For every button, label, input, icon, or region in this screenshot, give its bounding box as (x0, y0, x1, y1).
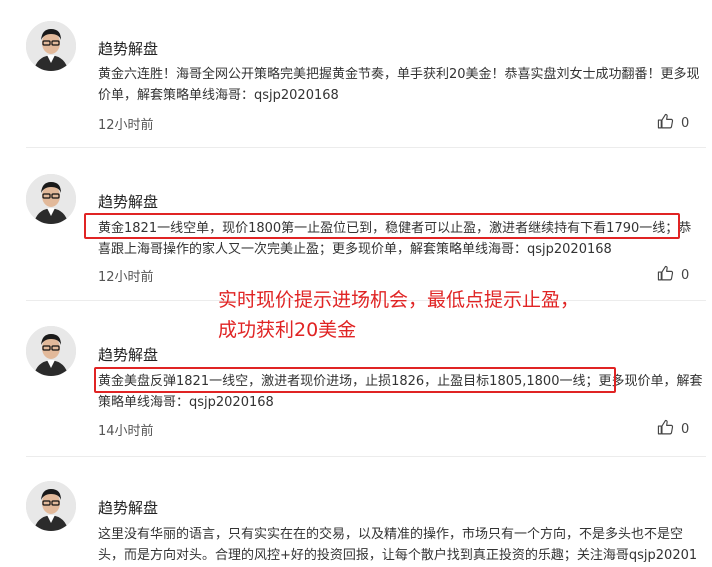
thumbs-up-icon (657, 265, 674, 286)
author-name[interactable]: 趋势解盘 (98, 497, 158, 518)
like-button[interactable]: 0 (657, 113, 697, 133)
post-text: 黄金六连胜！海哥全网公开策略完美把握黄金节奏，单手获利20美金！恭喜实盘刘女士成… (98, 67, 700, 103)
post-text: 这里没有华丽的语言，只有实实在在的交易，以及精准的操作，市场只有一个方向，不是多… (98, 527, 698, 563)
thumbs-up-icon (657, 419, 674, 440)
like-button[interactable]: 0 (657, 265, 697, 285)
thumbs-up-icon (657, 113, 674, 134)
like-count: 0 (681, 115, 690, 131)
author-name[interactable]: 趋势解盘 (98, 191, 158, 212)
author-name[interactable]: 趋势解盘 (98, 38, 158, 59)
post-time: 12小时前 (98, 270, 154, 285)
avatar[interactable] (26, 481, 76, 531)
post-4: 趋势解盘 这里没有华丽的语言，只有实实在在的交易，以及精准的操作，市场只有一个方… (0, 457, 712, 567)
highlight-box (94, 367, 616, 393)
avatar[interactable] (26, 21, 76, 71)
author-name[interactable]: 趋势解盘 (98, 344, 158, 365)
like-count: 0 (681, 421, 690, 437)
post-1: 趋势解盘 黄金六连胜！海哥全网公开策略完美把握黄金节奏，单手获利20美金！恭喜实… (0, 0, 712, 147)
highlight-box (84, 213, 680, 239)
avatar[interactable] (26, 174, 76, 224)
like-button[interactable]: 0 (657, 419, 697, 439)
post-time: 12小时前 (98, 118, 154, 133)
post-time: 14小时前 (98, 424, 154, 439)
like-count: 0 (681, 267, 690, 283)
avatar[interactable] (26, 326, 76, 376)
